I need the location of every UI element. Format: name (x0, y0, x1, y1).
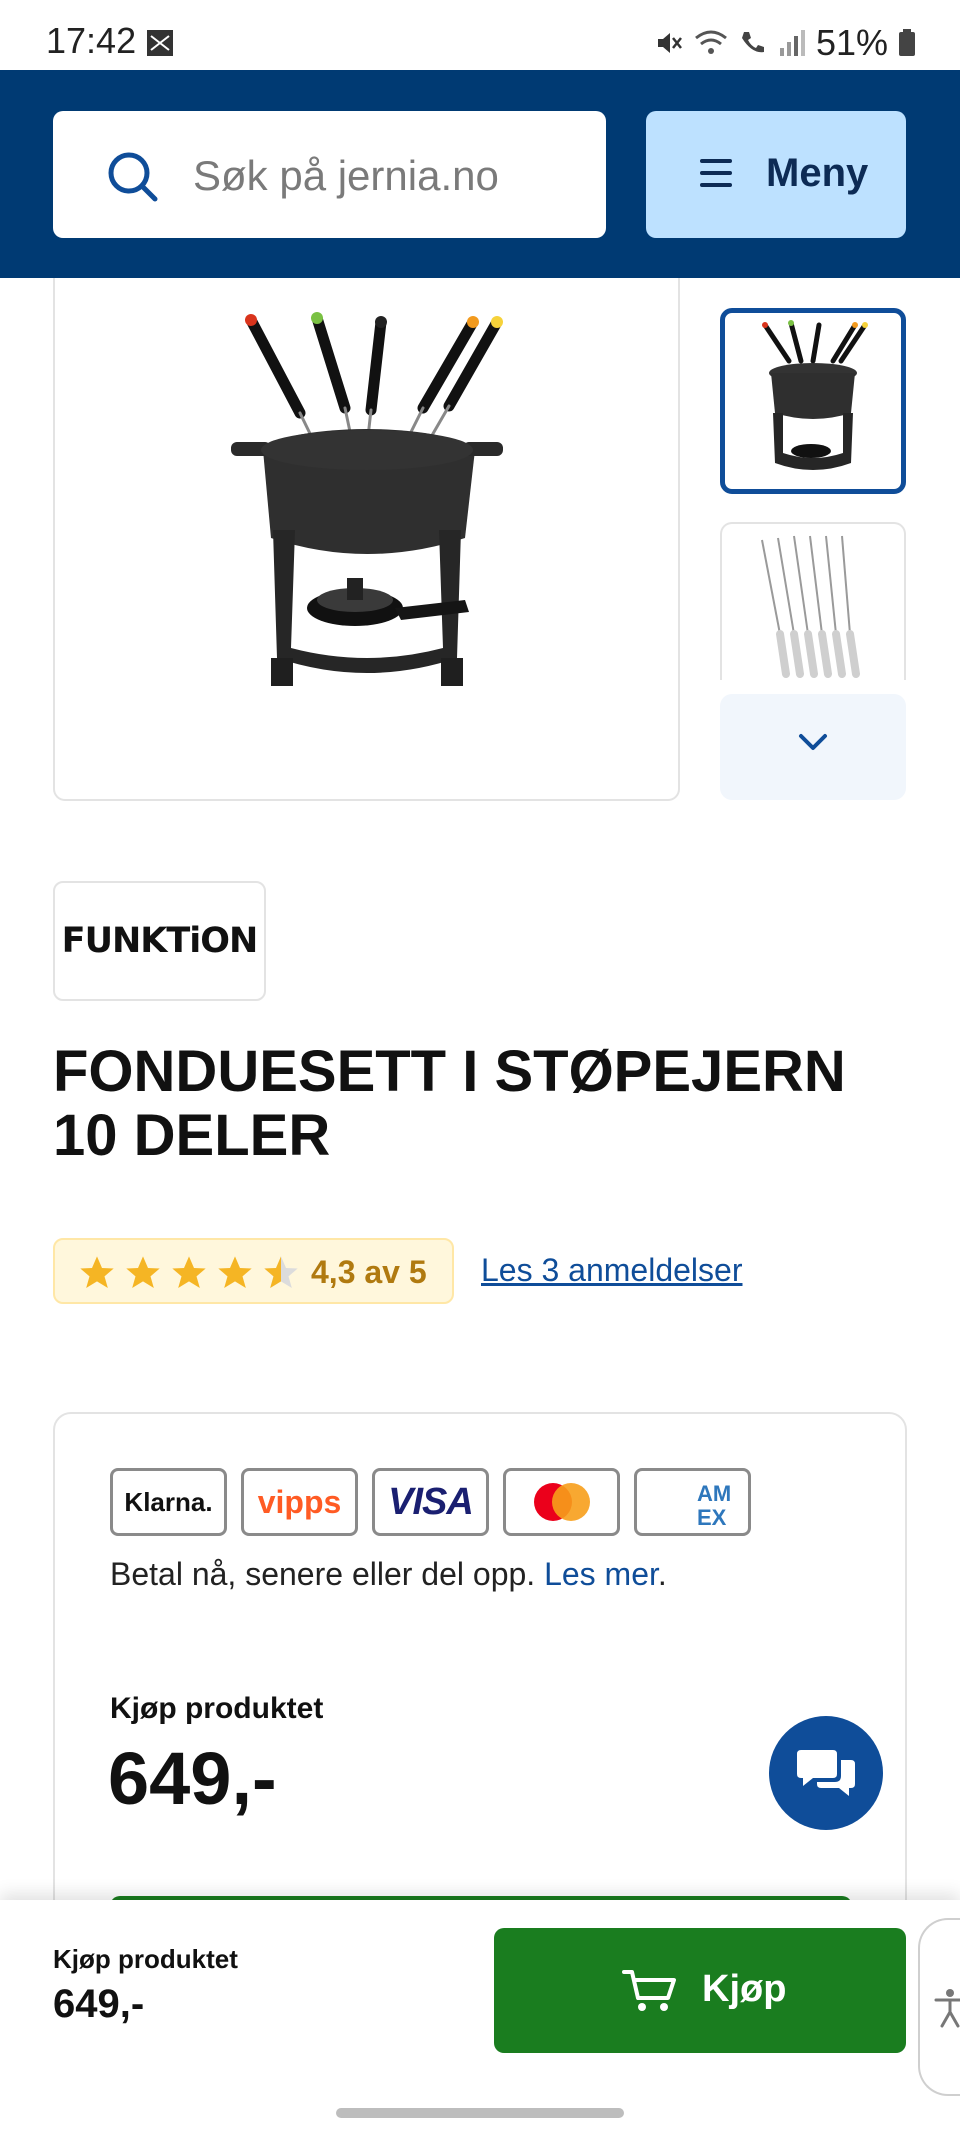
mastercard-logo (503, 1468, 620, 1536)
svg-text:AM: AM (697, 1481, 731, 1506)
read-reviews-link[interactable]: Les 3 anmeldelser (481, 1252, 742, 1289)
thumbnails-scroll-down-button[interactable] (720, 694, 906, 800)
amex-logo: AM EX (634, 1468, 751, 1536)
buy-product-label: Kjøp produktet (110, 1692, 324, 1725)
accessibility-button[interactable] (918, 1918, 960, 2096)
star-icon (218, 1256, 252, 1288)
site-header: Søk på jernia.no Meny (0, 70, 960, 278)
battery-percent: 51% (815, 22, 888, 63)
buy-button-label: Kjøp (702, 1968, 787, 2010)
sticky-buy-bar: Kjøp produktet 649,- Kjøp (0, 1900, 960, 2133)
search-placeholder: Søk på jernia.no (193, 152, 499, 199)
rating-badge: 4,3 av 5 (53, 1238, 454, 1304)
brand-logo[interactable]: FUNKTiON (53, 881, 266, 1001)
status-time: 17:42 (46, 20, 137, 61)
battery-icon (899, 29, 915, 56)
home-indicator[interactable] (336, 2108, 624, 2118)
status-icons: 51% (654, 22, 916, 64)
sticky-price: 649,- (53, 1982, 145, 2026)
mute-icon (657, 33, 682, 53)
star-icon (126, 1256, 160, 1288)
fondue-pot-image (231, 312, 503, 686)
thumbnail-2[interactable] (720, 522, 906, 680)
buy-button[interactable]: Kjøp (494, 1928, 906, 2053)
search-icon (108, 152, 158, 202)
signal-icon (779, 30, 805, 56)
accessibility-icon (934, 1989, 960, 2028)
star-icon (80, 1256, 114, 1288)
star-icon (172, 1256, 206, 1288)
search-input[interactable]: Søk på jernia.no (53, 111, 606, 238)
read-more-link[interactable]: Les mer (544, 1556, 658, 1592)
status-bar: 17:42 51% (0, 0, 960, 70)
product-title: FONDUESETT I STØPEJERN 10 DELER (53, 1039, 846, 1168)
payment-methods: Klarna. vipps VISA AM EX (110, 1468, 751, 1536)
half-star-icon (264, 1256, 298, 1288)
fondue-pot-thumbnail (762, 320, 868, 470)
chat-icon (797, 1750, 855, 1796)
menu-label: Meny (766, 151, 869, 195)
product-price: 649,- (108, 1737, 277, 1820)
rating-text: 4,3 av 5 (311, 1254, 427, 1290)
brand-name: FUNKTiON (61, 921, 259, 961)
visa-logo: VISA (372, 1468, 489, 1536)
wifi-icon (695, 30, 727, 54)
chat-button[interactable] (769, 1716, 883, 1830)
hamburger-icon (700, 159, 732, 187)
klarna-logo: Klarna. (110, 1468, 227, 1536)
rating-stars (77, 1253, 301, 1293)
chevron-down-icon (799, 734, 827, 750)
fondue-forks-thumbnail (761, 535, 860, 678)
call-icon (741, 32, 764, 53)
product-main-image[interactable] (53, 278, 680, 801)
notification-icon (147, 30, 173, 56)
svg-text:EX: EX (697, 1505, 727, 1530)
payment-note: Betal nå, senere eller del opp. Les mer. (110, 1556, 667, 1592)
menu-button[interactable]: Meny (646, 111, 906, 238)
thumbnail-1[interactable] (720, 308, 906, 494)
sticky-buy-label: Kjøp produktet (53, 1944, 238, 1974)
cart-icon (622, 1970, 676, 2011)
vipps-logo: vipps (241, 1468, 358, 1536)
